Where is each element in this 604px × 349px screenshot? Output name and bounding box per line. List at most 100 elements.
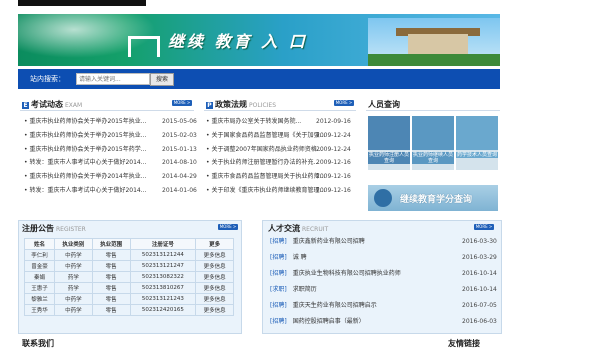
search-input[interactable]: [76, 73, 150, 85]
list-item-title[interactable]: • 重庆市执业药师协会关于举办2015年药学...: [24, 143, 146, 157]
search-label: 站内搜索：: [30, 75, 65, 83]
exam-more-button[interactable]: MORE >: [172, 100, 192, 106]
list-item-title[interactable]: • 关于国家食品药品监督管理局《关于加强...: [206, 129, 325, 143]
list-item[interactable]: • 重庆市执业药师协会关于举办2014年执业... 2014-04-29: [24, 170, 198, 184]
policy-heading: P 政策法规 POLICIES: [206, 99, 276, 110]
list-item-date: 2016-10-14: [462, 286, 497, 293]
list-item-text[interactable]: 转发：重庆市人事考试中心关于做好2014...: [29, 187, 146, 194]
policy-icon: P: [206, 102, 213, 109]
table-cell: 中药学: [54, 304, 93, 316]
more-info-link[interactable]: 更多信息: [195, 304, 234, 316]
policy-more-button[interactable]: MORE >: [334, 100, 354, 106]
list-item[interactable]: • 转发：重庆市人事考试中心关于做好2014... 2014-08-10: [24, 156, 198, 170]
list-item[interactable]: • 重庆市食品药品监督管理局关于执业药师... 2009-12-16: [206, 170, 358, 184]
continuing-education-banner[interactable]: 继续 教育 入 口: [18, 14, 500, 66]
list-item-text[interactable]: 关于调整2007年国家药品执业药师资格...: [211, 146, 322, 153]
more-info-link[interactable]: 更多信息: [195, 282, 234, 294]
list-item-title[interactable]: • 关于执业药师注册管理暂行办法的补充...: [206, 156, 319, 170]
list-item-date: 2009-12-16: [316, 159, 351, 167]
list-item-title[interactable]: • 重庆市执业药师协会关于举办2014年执业...: [24, 170, 146, 184]
list-item[interactable]: • 关于国家食品药品监督管理局《关于加强... 2009-12-24: [206, 129, 358, 143]
medicine-icon: [412, 116, 454, 150]
list-item[interactable]: • 重庆市执业药师协会关于举办2015年药学... 2015-01-13: [24, 143, 198, 157]
list-item-text[interactable]: 重庆市执业药师协会关于举办2015年执业...: [29, 118, 146, 125]
service-tile[interactable]: 执业药师继续人员查询: [412, 116, 454, 170]
list-item-title[interactable]: [招聘] 重庆执业生物科技有限公司招聘执业药师: [270, 266, 401, 282]
list-item-text[interactable]: 重庆市食品药品监督管理局关于执业药师...: [211, 173, 325, 180]
list-item-title[interactable]: • 关于调整2007年国家药品执业药师资格...: [206, 143, 322, 157]
table-header: 执业范围: [91, 238, 131, 250]
list-item-title[interactable]: [招聘] 重庆鑫新药业有限公司招聘: [270, 234, 365, 250]
recruit-list: [招聘] 重庆鑫新药业有限公司招聘 2016-03-30 [招聘] 诚 聘 2016-03…: [270, 234, 497, 330]
banner-title: 继续 教育 入 口: [168, 32, 308, 51]
list-item-text[interactable]: 转发：重庆市人事考试中心关于做好2014...: [29, 159, 146, 166]
list-item[interactable]: [招聘] 重庆执业生物科技有限公司招聘执业药师 2016-10-14: [270, 266, 497, 282]
service-tile-label: 执业药师注册人员查询: [368, 152, 410, 164]
credit-query-button[interactable]: 继续教育学分查询: [368, 185, 498, 211]
list-item-title[interactable]: • 重庆市执业药师协会关于举办2015年执业...: [24, 115, 146, 129]
medicine-icon: [368, 116, 410, 150]
list-item-title[interactable]: • 重庆市执业药师协会关于举办2015年执业...: [24, 129, 146, 143]
list-item-text[interactable]: 重庆天生药业有限公司招聘启示: [293, 302, 377, 309]
list-item-title[interactable]: [招聘] 国药控股招聘启事（最新）: [270, 314, 365, 330]
table-header: 注册证号: [129, 238, 197, 250]
list-item-text[interactable]: 关于执业药师注册管理暂行办法的补充...: [211, 159, 319, 166]
list-item-title[interactable]: • 转发：重庆市人事考试中心关于做好2014...: [24, 156, 146, 170]
list-item[interactable]: [求职] 求职简历 2016-10-14: [270, 282, 497, 298]
list-item-text[interactable]: 重庆市执业药师协会关于举办2015年执业...: [29, 132, 146, 139]
policy-list: • 重庆市局办公室关于转发国务院... 2012-09-16 • 关于国家食品药品监…: [206, 115, 358, 198]
list-item[interactable]: [招聘] 重庆天生药业有限公司招聘启示 2016-07-05: [270, 298, 497, 314]
list-item[interactable]: • 重庆市执业药师协会关于举办2015年执业... 2015-05-06: [24, 115, 198, 129]
list-item-date: 2009-12-24: [316, 131, 351, 139]
table-cell: 王惠子: [23, 282, 56, 294]
building-image: [368, 18, 500, 66]
more-info-link[interactable]: 更多信息: [195, 293, 234, 305]
list-item-text[interactable]: 关于国家食品药品监督管理局《关于加强...: [211, 132, 325, 139]
list-item-title[interactable]: • 关于印发《重庆市执业药师继续教育管理...: [206, 184, 325, 198]
more-info-link[interactable]: 更多信息: [195, 260, 234, 272]
table-cell: 中药学: [54, 249, 93, 261]
list-item-date: 2014-08-10: [162, 159, 197, 167]
header-strip: [18, 0, 146, 6]
list-item[interactable]: • 关于调整2007年国家药品执业药师资格... 2009-12-24: [206, 143, 358, 157]
table-row: 王秀华 中药学 零售 502312420165 更多信息: [23, 304, 234, 316]
table-cell: 药学: [54, 282, 93, 294]
table-cell: 中药学: [54, 293, 93, 305]
list-item-text[interactable]: 重庆执业生物科技有限公司招聘执业药师: [293, 270, 401, 277]
list-item-date: 2016-07-05: [462, 302, 497, 309]
list-item-tag: [招聘]: [270, 238, 287, 245]
list-item[interactable]: • 关于执业药师注册管理暂行办法的补充... 2009-12-16: [206, 156, 358, 170]
list-item-title[interactable]: [招聘] 重庆天生药业有限公司招聘启示: [270, 298, 377, 314]
more-info-link[interactable]: 更多信息: [195, 271, 234, 283]
list-item-title[interactable]: • 转发：重庆市人事考试中心关于做好2014...: [24, 184, 146, 198]
list-item[interactable]: [招聘] 诚 聘 2016-03-29: [270, 250, 497, 266]
list-item-text[interactable]: 重庆鑫新药业有限公司招聘: [293, 238, 365, 245]
list-item-text[interactable]: 国药控股招聘启事（最新）: [293, 318, 365, 325]
list-item[interactable]: • 关于印发《重庆市执业药师继续教育管理... 2009-12-16: [206, 184, 358, 198]
service-tile[interactable]: 药学技术人员查询: [456, 116, 498, 170]
list-item[interactable]: [招聘] 国药控股招聘启事（最新） 2016-06-03: [270, 314, 497, 330]
list-item-text[interactable]: 重庆市执业药师协会关于举办2015年药学...: [29, 146, 146, 153]
query-title: 人员查询: [368, 100, 400, 109]
table-cell: 曾金豪: [23, 260, 56, 272]
list-item-title[interactable]: [招聘] 诚 聘: [270, 250, 307, 266]
table-cell: 502312420165: [129, 304, 197, 316]
service-tile[interactable]: 执业药师注册人员查询: [368, 116, 410, 170]
list-item-title[interactable]: • 重庆市局办公室关于转发国务院...: [206, 115, 301, 129]
list-item-title[interactable]: • 重庆市食品药品监督管理局关于执业药师...: [206, 170, 325, 184]
list-item-text[interactable]: 求职简历: [293, 286, 317, 293]
list-item[interactable]: • 重庆市执业药师协会关于举办2015年执业... 2015-02-03: [24, 129, 198, 143]
list-item[interactable]: [招聘] 重庆鑫新药业有限公司招聘 2016-03-30: [270, 234, 497, 250]
list-item-text[interactable]: 关于印发《重庆市执业药师继续教育管理...: [211, 187, 325, 194]
more-info-link[interactable]: 更多信息: [195, 249, 234, 261]
recruit-more-button[interactable]: MORE >: [474, 224, 494, 230]
list-item[interactable]: • 重庆市局办公室关于转发国务院... 2012-09-16: [206, 115, 358, 129]
list-item-text[interactable]: 重庆市执业药师协会关于举办2014年执业...: [29, 173, 146, 180]
search-button[interactable]: 搜索: [150, 73, 174, 86]
list-item-title[interactable]: [求职] 求职简历: [270, 282, 317, 298]
table-header: 执业类别: [54, 238, 93, 250]
list-item-text[interactable]: 诚 聘: [293, 254, 307, 261]
list-item-text[interactable]: 重庆市局办公室关于转发国务院...: [211, 118, 301, 125]
list-item[interactable]: • 转发：重庆市人事考试中心关于做好2014... 2014-01-06: [24, 184, 198, 198]
register-more-button[interactable]: MORE >: [218, 224, 238, 230]
